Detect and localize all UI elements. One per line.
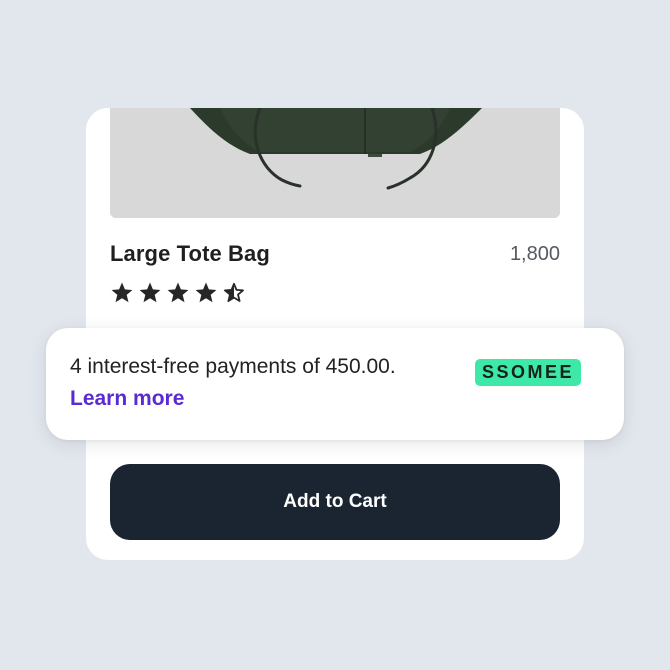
learn-more-link[interactable]: Learn more [70,387,184,411]
star-full-icon [194,281,218,305]
star-full-icon [166,281,190,305]
star-full-icon [138,281,162,305]
add-to-cart-button[interactable]: Add to Cart [110,464,560,540]
installment-banner: 4 interest-free payments of 450.00. SSOM… [46,328,624,440]
star-half-icon [222,281,246,305]
tote-bag-image [110,108,560,218]
product-title[interactable]: Large Tote Bag [110,241,270,267]
star-full-icon [110,281,134,305]
rating-stars [110,281,246,305]
provider-badge: SSOMEE [475,359,582,386]
product-price: 1,800 [509,243,560,265]
product-image[interactable] [110,108,560,218]
installment-message: 4 interest-free payments of 450.00. [70,355,396,378]
